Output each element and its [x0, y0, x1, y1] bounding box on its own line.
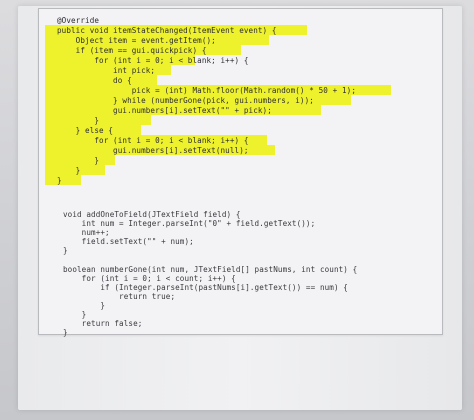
code-line: }	[57, 166, 81, 175]
code-line: for (int i = 0; i < count; i++) {	[63, 274, 236, 283]
code-line: int pick;	[57, 66, 156, 75]
code-line: }	[57, 176, 62, 185]
code-line: num++;	[63, 228, 110, 237]
code-line: public void itemStateChanged(ItemEvent e…	[57, 26, 277, 35]
code-line: int num = Integer.parseInt("0" + field.g…	[63, 219, 316, 228]
code-line: }	[63, 246, 68, 255]
highlight-mark	[45, 175, 81, 185]
code-line: @Override	[57, 16, 100, 25]
code-line: Object item = event.getItem();	[57, 36, 216, 45]
code-line: } while (numberGone(pick, gui.numbers, i…	[57, 96, 314, 105]
code-line: void addOneToField(JTextField field) {	[63, 210, 241, 219]
code-line: pick = (int) Math.floor(Math.random() * …	[57, 86, 356, 95]
code-panel: @Override public void itemStateChanged(I…	[38, 8, 443, 337]
code-line: }	[57, 156, 100, 165]
code-line: }	[63, 328, 68, 337]
code-line: return true;	[63, 292, 176, 301]
code-line: }	[63, 301, 106, 310]
code-line: } else {	[57, 126, 114, 135]
code-line: do {	[57, 76, 132, 85]
code-line: if (Integer.parseInt(pastNums[i].getText…	[63, 283, 348, 292]
code-line: return false;	[63, 319, 143, 328]
code-line: }	[57, 116, 100, 125]
code-line: if (item == gui.quickpick) {	[57, 46, 207, 55]
code-line: gui.numbers[i].setText(null);	[57, 146, 249, 155]
code-line: field.setText("" + num);	[63, 237, 194, 246]
code-line: for (int i = 0; i < blank; i++) {	[57, 136, 249, 145]
code-line: }	[63, 310, 87, 319]
code-line: for (int i = 0; i < blank; i++) {	[57, 56, 249, 65]
code-line: gui.numbers[i].setText("" + pick);	[57, 106, 272, 115]
code-line: boolean numberGone(int num, JTextField[]…	[63, 265, 358, 274]
